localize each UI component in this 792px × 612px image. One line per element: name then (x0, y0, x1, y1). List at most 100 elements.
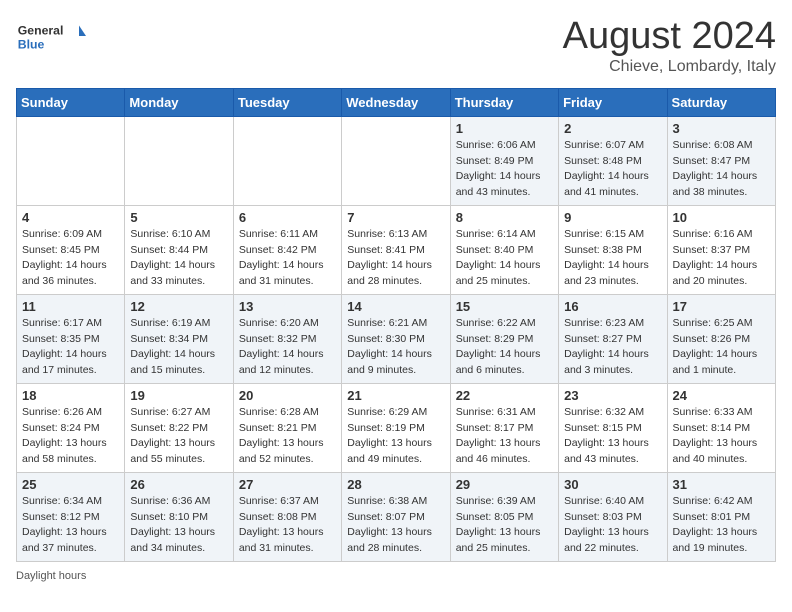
day-info: Sunrise: 6:08 AM Sunset: 8:47 PM Dayligh… (673, 138, 770, 201)
day-cell: 9 Sunrise: 6:15 AM Sunset: 8:38 PM Daylig… (559, 205, 667, 294)
day-number: 19 (130, 388, 227, 403)
day-number: 4 (22, 210, 119, 225)
day-number: 15 (456, 299, 553, 314)
day-number: 24 (673, 388, 770, 403)
day-info: Sunrise: 6:13 AM Sunset: 8:41 PM Dayligh… (347, 227, 444, 290)
day-cell: 17 Sunrise: 6:25 AM Sunset: 8:26 PM Dayli… (667, 294, 775, 383)
day-number: 3 (673, 121, 770, 136)
day-number: 6 (239, 210, 336, 225)
footer-note: Daylight hours (16, 570, 776, 582)
week-row-3: 11 Sunrise: 6:17 AM Sunset: 8:35 PM Dayli… (17, 294, 776, 383)
day-cell: 1 Sunrise: 6:06 AM Sunset: 8:49 PM Daylig… (450, 116, 558, 205)
day-number: 25 (22, 477, 119, 492)
day-cell: 31Sunrise: 6:42 AM Sunset: 8:01 PM Dayli… (667, 472, 775, 561)
day-info: Sunrise: 6:23 AM Sunset: 8:27 PM Dayligh… (564, 316, 661, 379)
day-headers: SundayMondayTuesdayWednesdayThursdayFrid… (17, 88, 776, 116)
day-info: Sunrise: 6:20 AM Sunset: 8:32 PM Dayligh… (239, 316, 336, 379)
day-cell: 21 Sunrise: 6:29 AM Sunset: 8:19 PM Dayli… (342, 383, 450, 472)
day-header-thursday: Thursday (450, 88, 558, 116)
day-cell: 18Sunrise: 6:26 AM Sunset: 8:24 PM Dayli… (17, 383, 125, 472)
day-number: 30 (564, 477, 661, 492)
day-cell: 3 Sunrise: 6:08 AM Sunset: 8:47 PM Daylig… (667, 116, 775, 205)
day-number: 14 (347, 299, 444, 314)
day-number: 17 (673, 299, 770, 314)
logo: General Blue (16, 16, 86, 56)
day-info: Sunrise: 6:07 AM Sunset: 8:48 PM Dayligh… (564, 138, 661, 201)
day-info: Sunrise: 6:27 AM Sunset: 8:22 PM Dayligh… (130, 405, 227, 468)
day-info: Sunrise: 6:40 AM Sunset: 8:03 PM Dayligh… (564, 494, 661, 557)
day-info: Sunrise: 6:09 AM Sunset: 8:45 PM Dayligh… (22, 227, 119, 290)
day-cell: 10 Sunrise: 6:16 AM Sunset: 8:37 PM Dayli… (667, 205, 775, 294)
day-cell: 12 Sunrise: 6:19 AM Sunset: 8:34 PM Dayli… (125, 294, 233, 383)
day-number: 1 (456, 121, 553, 136)
day-cell: 27 Sunrise: 6:37 AM Sunset: 8:08 PM Dayli… (233, 472, 341, 561)
day-info: Sunrise: 6:22 AM Sunset: 8:29 PM Dayligh… (456, 316, 553, 379)
day-number: 8 (456, 210, 553, 225)
day-number: 31 (673, 477, 770, 492)
day-cell: 6Sunrise: 6:11 AM Sunset: 8:42 PM Daylig… (233, 205, 341, 294)
title-area: August 2024 Chieve, Lombardy, Italy (563, 16, 776, 76)
day-info: Sunrise: 6:21 AM Sunset: 8:30 PM Dayligh… (347, 316, 444, 379)
day-info: Sunrise: 6:37 AM Sunset: 8:08 PM Dayligh… (239, 494, 336, 557)
day-info: Sunrise: 6:10 AM Sunset: 8:44 PM Dayligh… (130, 227, 227, 290)
day-number: 9 (564, 210, 661, 225)
day-cell: 14 Sunrise: 6:21 AM Sunset: 8:30 PM Dayli… (342, 294, 450, 383)
day-info: Sunrise: 6:29 AM Sunset: 8:19 PM Dayligh… (347, 405, 444, 468)
day-info: Sunrise: 6:16 AM Sunset: 8:37 PM Dayligh… (673, 227, 770, 290)
day-cell: 16 Sunrise: 6:23 AM Sunset: 8:27 PM Dayli… (559, 294, 667, 383)
day-number: 20 (239, 388, 336, 403)
day-info: Sunrise: 6:28 AM Sunset: 8:21 PM Dayligh… (239, 405, 336, 468)
day-info: Sunrise: 6:33 AM Sunset: 8:14 PM Dayligh… (673, 405, 770, 468)
day-info: Sunrise: 6:25 AM Sunset: 8:26 PM Dayligh… (673, 316, 770, 379)
day-number: 16 (564, 299, 661, 314)
day-number: 13 (239, 299, 336, 314)
day-cell: 13 Sunrise: 6:20 AM Sunset: 8:32 PM Dayli… (233, 294, 341, 383)
day-info: Sunrise: 6:39 AM Sunset: 8:05 PM Dayligh… (456, 494, 553, 557)
day-info: Sunrise: 6:19 AM Sunset: 8:34 PM Dayligh… (130, 316, 227, 379)
day-info: Sunrise: 6:31 AM Sunset: 8:17 PM Dayligh… (456, 405, 553, 468)
day-number: 27 (239, 477, 336, 492)
day-info: Sunrise: 6:06 AM Sunset: 8:49 PM Dayligh… (456, 138, 553, 201)
day-info: Sunrise: 6:15 AM Sunset: 8:38 PM Dayligh… (564, 227, 661, 290)
day-cell: 19 Sunrise: 6:27 AM Sunset: 8:22 PM Dayli… (125, 383, 233, 472)
day-info: Sunrise: 6:34 AM Sunset: 8:12 PM Dayligh… (22, 494, 119, 557)
day-header-friday: Friday (559, 88, 667, 116)
day-header-saturday: Saturday (667, 88, 775, 116)
day-cell: 23 Sunrise: 6:32 AM Sunset: 8:15 PM Dayli… (559, 383, 667, 472)
day-number: 11 (22, 299, 119, 314)
day-cell: 8 Sunrise: 6:14 AM Sunset: 8:40 PM Daylig… (450, 205, 558, 294)
svg-text:General: General (18, 23, 64, 37)
day-info: Sunrise: 6:14 AM Sunset: 8:40 PM Dayligh… (456, 227, 553, 290)
day-cell: 2 Sunrise: 6:07 AM Sunset: 8:48 PM Daylig… (559, 116, 667, 205)
week-row-2: 4 Sunrise: 6:09 AM Sunset: 8:45 PM Daylig… (17, 205, 776, 294)
calendar-table: SundayMondayTuesdayWednesdayThursdayFrid… (16, 88, 776, 562)
day-cell (125, 116, 233, 205)
day-number: 22 (456, 388, 553, 403)
month-title: August 2024 (563, 16, 776, 58)
day-number: 21 (347, 388, 444, 403)
day-number: 26 (130, 477, 227, 492)
day-header-monday: Monday (125, 88, 233, 116)
day-cell: 7Sunrise: 6:13 AM Sunset: 8:41 PM Daylig… (342, 205, 450, 294)
day-number: 12 (130, 299, 227, 314)
day-number: 23 (564, 388, 661, 403)
week-row-4: 18Sunrise: 6:26 AM Sunset: 8:24 PM Dayli… (17, 383, 776, 472)
day-cell: 4 Sunrise: 6:09 AM Sunset: 8:45 PM Daylig… (17, 205, 125, 294)
day-header-wednesday: Wednesday (342, 88, 450, 116)
location-title: Chieve, Lombardy, Italy (563, 58, 776, 76)
day-cell: 11 Sunrise: 6:17 AM Sunset: 8:35 PM Dayli… (17, 294, 125, 383)
day-info: Sunrise: 6:32 AM Sunset: 8:15 PM Dayligh… (564, 405, 661, 468)
day-cell: 29Sunrise: 6:39 AM Sunset: 8:05 PM Dayli… (450, 472, 558, 561)
svg-text:Blue: Blue (18, 37, 45, 51)
day-number: 2 (564, 121, 661, 136)
day-cell: 22 Sunrise: 6:31 AM Sunset: 8:17 PM Dayli… (450, 383, 558, 472)
week-row-5: 25 Sunrise: 6:34 AM Sunset: 8:12 PM Dayli… (17, 472, 776, 561)
day-info: Sunrise: 6:17 AM Sunset: 8:35 PM Dayligh… (22, 316, 119, 379)
day-number: 10 (673, 210, 770, 225)
header: General Blue August 2024 Chieve, Lombard… (16, 16, 776, 76)
day-cell: 15 Sunrise: 6:22 AM Sunset: 8:29 PM Dayli… (450, 294, 558, 383)
day-cell: 20 Sunrise: 6:28 AM Sunset: 8:21 PM Dayli… (233, 383, 341, 472)
day-info: Sunrise: 6:36 AM Sunset: 8:10 PM Dayligh… (130, 494, 227, 557)
day-info: Sunrise: 6:38 AM Sunset: 8:07 PM Dayligh… (347, 494, 444, 557)
day-cell: 24 Sunrise: 6:33 AM Sunset: 8:14 PM Dayli… (667, 383, 775, 472)
